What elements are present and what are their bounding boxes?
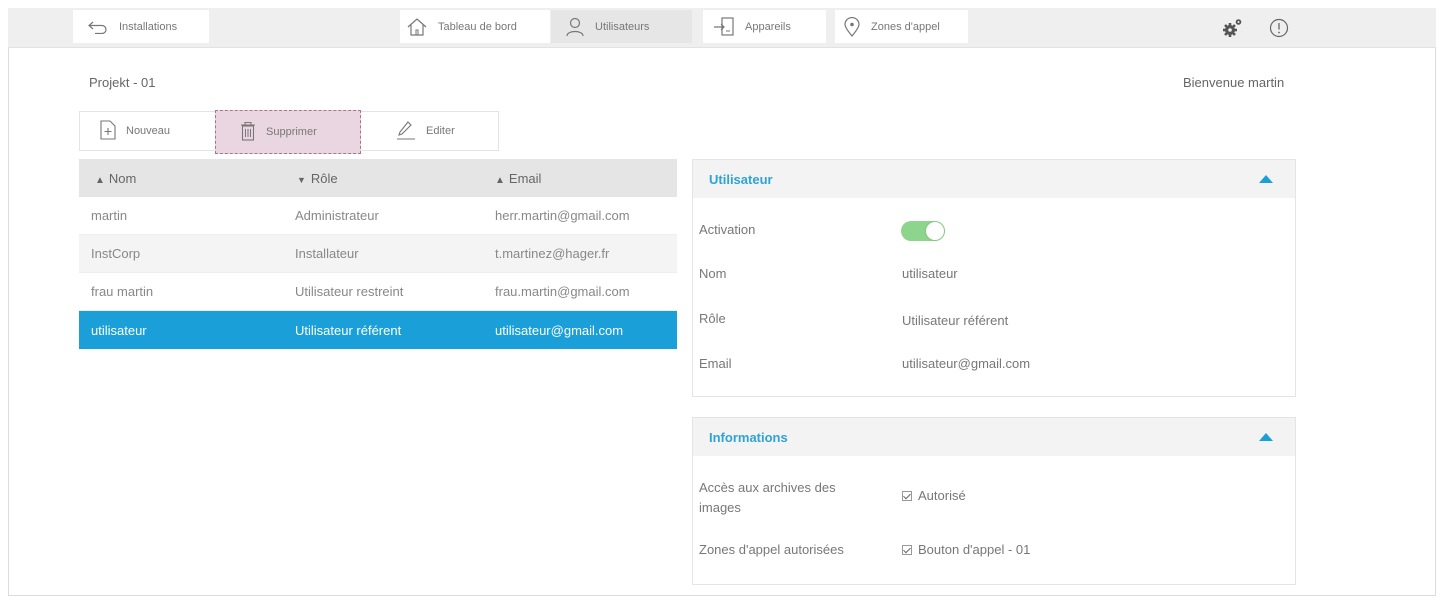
table-row[interactable]: frau martin Utilisateur restreint frau.m… xyxy=(79,273,677,311)
nom-value: utilisateur xyxy=(902,266,958,281)
delete-button-label: Supprimer xyxy=(266,126,317,138)
back-to-installations-button[interactable]: Installations xyxy=(73,10,209,43)
collapse-arrow-icon[interactable] xyxy=(1259,433,1273,441)
table-header: ▲︎ Nom ▼ Rôle ▲︎ Email xyxy=(79,159,677,197)
column-header-role[interactable]: ▼ Rôle xyxy=(281,171,481,186)
delete-user-button[interactable]: Supprimer xyxy=(215,110,361,154)
user-details-panel: Utilisateur Activation Nom utilisateur R… xyxy=(692,159,1296,397)
back-arrow-icon xyxy=(87,20,109,34)
pencil-icon xyxy=(396,120,416,143)
archives-value: Autorisé xyxy=(902,488,966,503)
archives-label: Accès aux archives des images xyxy=(699,480,836,515)
role-label: Rôle xyxy=(699,311,726,326)
checkbox-checked-icon xyxy=(902,545,912,555)
trash-icon xyxy=(240,121,256,144)
zones-label: Zones d'appel autorisées xyxy=(699,542,844,557)
cell-email: t.martinez@hager.fr xyxy=(495,246,610,261)
home-icon xyxy=(406,17,428,37)
cell-nom: martin xyxy=(91,208,128,223)
column-header-nom[interactable]: ▲︎ Nom xyxy=(79,171,281,186)
user-actions-toolbar: Nouveau Supprimer Editer xyxy=(79,110,499,154)
cell-email: frau.martin@gmail.com xyxy=(495,284,630,299)
activation-toggle[interactable] xyxy=(901,221,945,241)
cell-nom: frau martin xyxy=(91,284,154,299)
info-panel-header[interactable]: Informations xyxy=(693,418,1295,456)
settings-button[interactable] xyxy=(1222,17,1244,39)
checkbox-checked-icon xyxy=(902,491,912,501)
gears-icon xyxy=(1222,19,1244,43)
tab-call-zones[interactable]: Zones d'appel xyxy=(835,10,968,43)
tab-users-label: Utilisateurs xyxy=(595,20,650,33)
info-button[interactable] xyxy=(1268,17,1290,39)
nom-label: Nom xyxy=(699,266,727,281)
tab-users[interactable]: Utilisateurs xyxy=(551,10,692,43)
users-table: ▲︎ Nom ▼ Rôle ▲︎ Email martin Administrateu… xyxy=(79,159,677,349)
back-button-label: Installations xyxy=(119,20,178,33)
table-row-selected[interactable]: utilisateur Utilisateur référent utilisa… xyxy=(79,311,677,349)
role-value: Utilisateur référent xyxy=(902,313,1009,328)
informations-panel: Informations Accès aux archives des imag… xyxy=(692,417,1296,585)
email-value: utilisateur@gmail.com xyxy=(902,356,1031,371)
info-panel-title: Informations xyxy=(709,429,788,445)
welcome-message: Bienvenue martin xyxy=(1183,75,1285,90)
tab-call-zones-label: Zones d'appel xyxy=(871,20,940,33)
new-document-icon xyxy=(100,119,116,143)
project-name: Projekt - 01 xyxy=(89,75,156,90)
new-user-button[interactable]: Nouveau xyxy=(100,112,170,150)
cell-email: herr.martin@gmail.com xyxy=(495,208,630,223)
column-header-email[interactable]: ▲︎ Email xyxy=(481,171,677,186)
cell-role: Utilisateur référent xyxy=(295,322,402,338)
collapse-arrow-icon[interactable] xyxy=(1259,175,1273,183)
cell-role: Administrateur xyxy=(295,208,379,223)
table-row[interactable]: martin Administrateur herr.martin@gmail.… xyxy=(79,197,677,235)
tab-devices-label: Appareils xyxy=(745,20,791,33)
device-icon xyxy=(713,16,735,37)
tab-dashboard[interactable]: Tableau de bord xyxy=(400,10,550,43)
tab-dashboard-label: Tableau de bord xyxy=(438,20,517,33)
cell-role: Utilisateur restreint xyxy=(295,284,404,299)
user-panel-header[interactable]: Utilisateur xyxy=(693,160,1295,198)
user-panel-title: Utilisateur xyxy=(709,171,773,187)
tab-devices[interactable]: Appareils xyxy=(703,10,826,43)
cell-nom: utilisateur xyxy=(91,322,147,338)
cell-role: Installateur xyxy=(295,246,359,261)
table-row[interactable]: InstCorp Installateur t.martinez@hager.f… xyxy=(79,235,677,273)
sort-both-icon: ▲︎ xyxy=(95,174,105,186)
cell-nom: InstCorp xyxy=(91,246,141,261)
user-icon xyxy=(565,17,585,37)
edit-button-label: Editer xyxy=(426,125,455,137)
new-button-label: Nouveau xyxy=(126,125,171,137)
zones-value: Bouton d'appel - 01 xyxy=(902,542,1030,557)
email-label: Email xyxy=(699,356,732,371)
edit-user-button[interactable]: Editer xyxy=(396,112,455,150)
sort-desc-icon: ▼ xyxy=(297,174,306,185)
info-icon xyxy=(1268,18,1290,43)
cell-email: utilisateur@gmail.com xyxy=(495,322,624,338)
activation-label: Activation xyxy=(699,222,756,237)
location-pin-icon xyxy=(843,16,861,37)
sort-both-icon: ▲︎ xyxy=(495,174,505,186)
toggle-knob xyxy=(926,222,944,240)
